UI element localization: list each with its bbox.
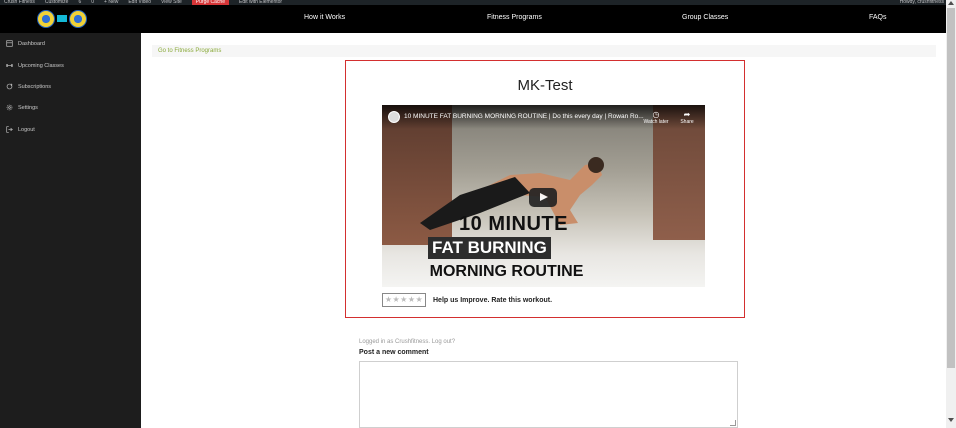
site-logo[interactable] [37,8,87,29]
breadcrumb: Go to Fitness Programs [152,45,936,57]
sidebar-item-label: Dashboard [18,40,45,47]
share-icon: ➦ [683,110,691,119]
logo-ring-left [37,9,55,28]
rating-prompt: Help us Improve. Rate this workout. [433,297,553,304]
site-header: How it Works Fitness Programs Group Clas… [0,5,946,33]
page-scrollbar[interactable] [946,0,956,428]
overlay-text: FAT BURNING [432,238,547,257]
page-title: MK-Test [517,77,573,94]
refresh-icon [6,83,13,90]
workout-card: MK-Test 10 MINUTE FAT BURNING MORNING RO… [345,60,745,318]
sidebar-item-dashboard[interactable]: Dashboard [6,40,45,47]
sidebar-item-label: Upcoming Classes [18,62,64,69]
logo-ring-right [69,9,87,28]
sidebar-item-settings[interactable]: Settings [6,104,38,111]
nav-how-it-works[interactable]: How it Works [304,14,345,21]
sidebar-item-label: Settings [18,104,38,111]
breadcrumb-link[interactable]: Go to Fitness Programs [158,48,221,54]
logged-in-notice[interactable]: Logged in as Crushfitness. Log out? [359,339,455,345]
logout-icon [6,126,13,133]
scrollbar-thumb[interactable] [947,8,955,368]
overlay-text: MORNING ROUTINE [429,263,584,280]
comment-heading: Post a new comment [359,349,429,356]
watch-later-button[interactable]: ◷ Watch later [642,110,670,125]
video-player[interactable]: 10 MINUTE FAT BURNING MORNING ROUTINE | … [382,105,705,287]
channel-avatar[interactable] [388,111,400,123]
watch-later-label: Watch later [643,119,669,125]
sidebar-item-upcoming-classes[interactable]: Upcoming Classes [6,62,64,69]
logo-bar [57,15,67,22]
resize-handle[interactable] [730,420,736,426]
sidebar-item-label: Subscriptions [18,83,52,90]
nav-group-classes[interactable]: Group Classes [682,14,728,21]
sidebar-item-label: Logout [18,126,35,133]
nav-fitness-programs[interactable]: Fitness Programs [487,14,542,21]
dashboard-icon [6,40,13,47]
share-label: Share [680,119,694,125]
play-button[interactable] [529,188,557,207]
sidebar-item-subscriptions[interactable]: Subscriptions [6,83,51,90]
overlay-text: 10 MINUTE [459,213,568,235]
dumbbell-icon [6,64,13,67]
share-button[interactable]: ➦ Share [673,110,701,125]
clock-icon: ◷ [652,110,660,119]
comment-textarea[interactable] [359,361,738,428]
video-title[interactable]: 10 MINUTE FAT BURNING MORNING ROUTINE | … [404,113,644,120]
star-rating-widget[interactable]: ★★★★★ [382,293,426,307]
sidebar-item-logout[interactable]: Logout [6,126,35,133]
sidebar: Dashboard Upcoming Classes Subscriptions… [0,33,141,428]
scroll-down-arrow-icon[interactable] [948,418,954,422]
overlay-text-band: FAT BURNING [428,237,551,259]
nav-faqs[interactable]: FAQs [869,14,887,21]
scroll-up-arrow-icon[interactable] [948,1,954,5]
gear-icon [6,104,13,111]
